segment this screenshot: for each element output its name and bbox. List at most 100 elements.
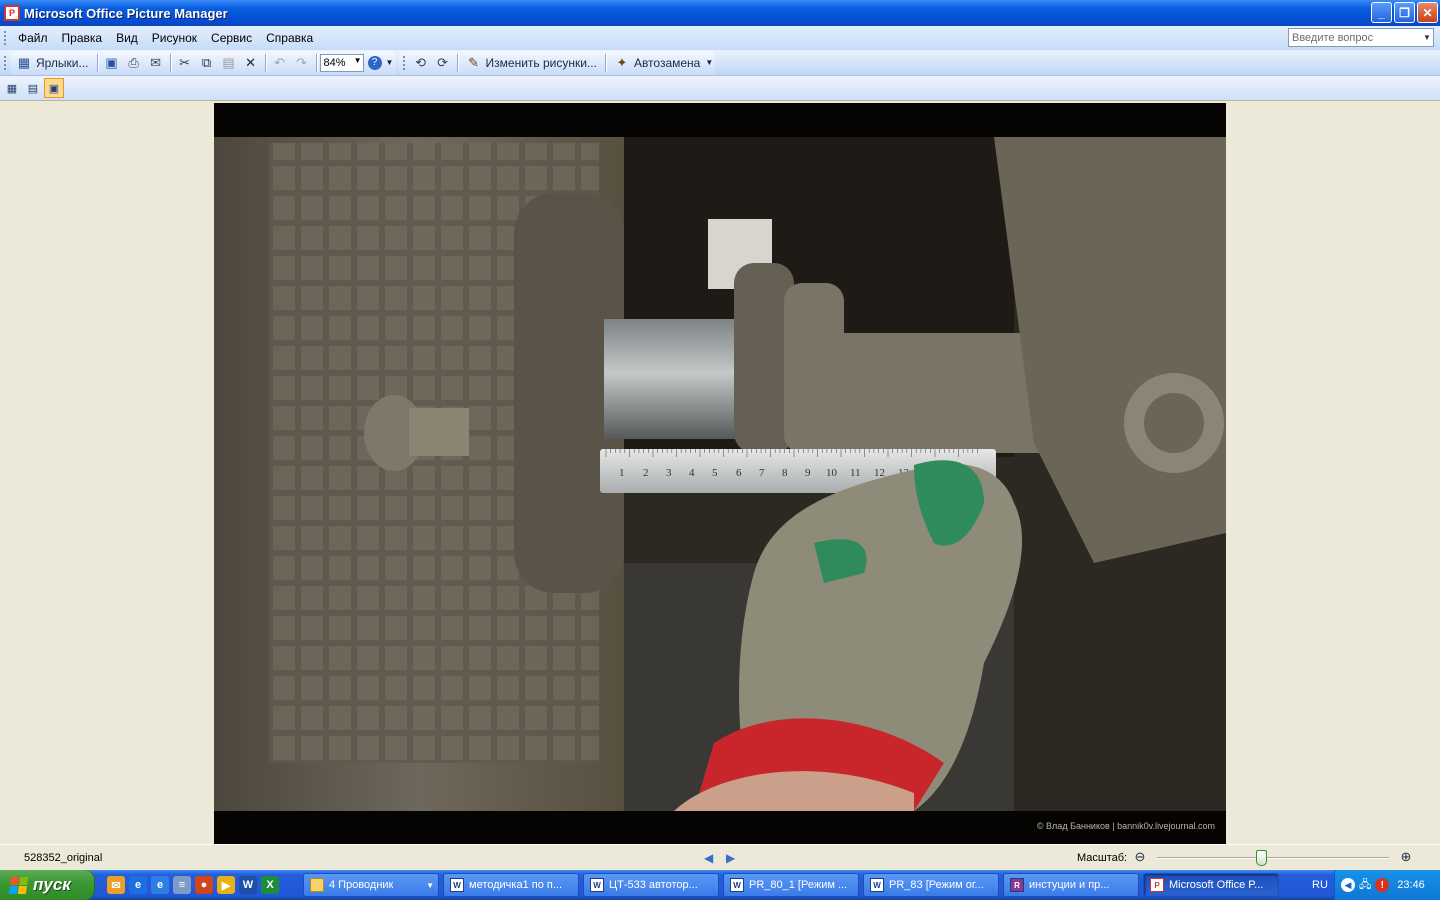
notepad-icon[interactable]: ≡ <box>173 876 191 894</box>
outlook-icon[interactable]: ✉ <box>107 876 125 894</box>
edit-pictures-button[interactable]: ✎ Изменить рисунки... <box>461 52 602 74</box>
menu-tools[interactable]: Сервис <box>204 29 259 47</box>
toolbar-options-icon[interactable]: ▼ <box>705 58 713 67</box>
ruler-number: 9 <box>805 467 811 479</box>
filmstrip-view-button[interactable]: ▤ <box>23 78 43 98</box>
picture-manager-app-icon[interactable]: P <box>4 5 20 21</box>
help-icon: ? <box>367 55 382 70</box>
save-button[interactable]: ▣ <box>101 52 123 74</box>
clock[interactable]: 23:46 <box>1397 879 1425 891</box>
media-icon[interactable]: ● <box>195 876 213 894</box>
zoom-slider-thumb[interactable] <box>1255 850 1267 866</box>
photo-image: 1 2 3 4 5 6 7 8 9 10 11 12 13 © Влад Бан… <box>214 137 1226 845</box>
edit-pictures-icon: ✎ <box>468 54 479 70</box>
menu-picture[interactable]: Рисунок <box>145 29 204 47</box>
taskbar-item-picture-manager[interactable]: P Microsoft Office P... <box>1143 873 1279 897</box>
security-alert-icon[interactable]: ! <box>1375 878 1390 892</box>
start-button[interactable]: пуск <box>0 870 95 900</box>
minimize-button[interactable]: _ <box>1371 2 1392 23</box>
ruler-number: 3 <box>666 467 672 479</box>
taskbar-item-explorer[interactable]: 4 Проводник ▼ <box>303 873 439 897</box>
word-icon: W <box>870 878 884 892</box>
language-indicator[interactable]: RU <box>1312 879 1328 891</box>
print-icon: ⎙ <box>128 54 139 70</box>
taskbar-item-word-2[interactable]: W ЦТ-533 автотор... <box>583 873 719 897</box>
word-icon: W <box>590 878 604 892</box>
chevron-down-icon[interactable]: ▼ <box>1421 29 1433 46</box>
menu-bar: Файл Правка Вид Рисунок Сервис Справка В… <box>0 26 1440 50</box>
zoom-out-icon[interactable]: ⊖ <box>1131 848 1149 866</box>
photo: 1 2 3 4 5 6 7 8 9 10 11 12 13 © Влад Бан… <box>214 103 1226 845</box>
menu-edit[interactable]: Правка <box>55 29 110 47</box>
toolbar-options-icon[interactable]: ▼ <box>386 58 394 67</box>
excel-icon[interactable]: X <box>261 876 279 894</box>
taskbar-item-word-1[interactable]: W методичка1 по п... <box>443 873 579 897</box>
next-picture-icon[interactable]: ▶ <box>726 851 735 865</box>
autocorrect-button[interactable]: ✦ Автозамена <box>609 52 705 74</box>
email-button[interactable]: ✉ <box>145 52 167 74</box>
separator <box>315 53 317 72</box>
delete-button[interactable]: ✕ <box>240 52 262 74</box>
toolbar-grip[interactable] <box>4 55 7 70</box>
chevron-down-icon: ▼ <box>426 880 434 890</box>
rotate-right-icon: ⟳ <box>437 54 448 70</box>
ask-question-input[interactable]: Введите вопрос ▼ <box>1288 28 1434 47</box>
redo-button[interactable]: ↷ <box>291 52 313 74</box>
rotate-right-button[interactable]: ⟳ <box>432 52 454 74</box>
previous-picture-icon[interactable]: ◀ <box>704 851 713 865</box>
menu-grip[interactable] <box>4 31 7 45</box>
close-button[interactable]: ✕ <box>1417 2 1438 23</box>
edit-pictures-label: Изменить рисунки... <box>485 55 597 70</box>
zoom-in-icon[interactable]: ⊕ <box>1397 848 1415 866</box>
help-button[interactable]: ? <box>364 52 386 74</box>
separator <box>604 53 606 72</box>
single-picture-view-icon: ▣ <box>48 82 60 95</box>
ruler-number: 4 <box>689 467 695 479</box>
task-label: инстуции и пр... <box>1029 879 1110 891</box>
menu-help[interactable]: Справка <box>259 29 320 47</box>
cut-button[interactable]: ✂ <box>174 52 196 74</box>
rotate-left-button[interactable]: ⟲ <box>410 52 432 74</box>
copy-button[interactable]: ⧉ <box>196 52 218 74</box>
windows-logo-icon <box>8 876 29 894</box>
undo-button[interactable]: ↶ <box>269 52 291 74</box>
network-icon[interactable]: 🖧 <box>1359 876 1371 895</box>
thumbnail-view-button[interactable]: ▦ <box>2 78 22 98</box>
browser-icon[interactable]: e <box>151 876 169 894</box>
ruler-number: 6 <box>736 467 742 479</box>
toolbar-grip[interactable] <box>402 55 406 70</box>
zoom-value: 84% <box>323 56 346 69</box>
menu-view[interactable]: Вид <box>109 29 145 47</box>
print-button[interactable]: ⎙ <box>123 52 145 74</box>
autocorrect-icon: ✦ <box>616 54 628 70</box>
single-picture-view-button[interactable]: ▣ <box>44 78 64 98</box>
paste-button[interactable]: ▤ <box>218 52 240 74</box>
window-title: Microsoft Office Picture Manager <box>24 5 228 21</box>
ruler-number: 1 <box>619 467 625 479</box>
email-icon: ✉ <box>150 54 161 70</box>
zoom-select[interactable]: 84% ▼ <box>319 53 364 72</box>
chevron-down-icon[interactable]: ▼ <box>354 56 362 65</box>
tray-expand-icon[interactable]: ◀ <box>1341 878 1355 892</box>
picture-manager-icon: P <box>1150 878 1164 892</box>
word-icon[interactable]: W <box>239 876 257 894</box>
shortcuts-button[interactable]: ▦ Ярлыки... <box>11 52 94 74</box>
player-icon[interactable]: ▶ <box>217 876 235 894</box>
menu-file[interactable]: Файл <box>11 29 55 47</box>
zoom-slider[interactable] <box>1157 857 1389 859</box>
quick-launch: ✉ e e ≡ ● ▶ W X <box>107 876 279 894</box>
paste-icon: ▤ <box>222 54 235 70</box>
separator <box>264 53 266 72</box>
taskbar-item-word-4[interactable]: W PR_83 [Режим ог... <box>863 873 999 897</box>
restore-button[interactable]: ❐ <box>1394 2 1415 23</box>
ruler-number: 7 <box>759 467 765 479</box>
task-label: PR_80_1 [Режим ... <box>749 879 848 891</box>
taskbar-item-winrar[interactable]: R инстуции и пр... <box>1003 873 1139 897</box>
shortcuts-icon: ▦ <box>17 54 31 70</box>
title-bar[interactable]: P Microsoft Office Picture Manager _ ❐ ✕ <box>0 0 1440 26</box>
internet-explorer-icon[interactable]: e <box>129 876 147 894</box>
photo-watermark: © Влад Банников | bannik0v.livejournal.c… <box>1037 821 1215 831</box>
rotate-left-icon: ⟲ <box>415 54 426 70</box>
thumbnail-view-icon: ▦ <box>6 82 18 95</box>
taskbar-item-word-3[interactable]: W PR_80_1 [Режим ... <box>723 873 859 897</box>
